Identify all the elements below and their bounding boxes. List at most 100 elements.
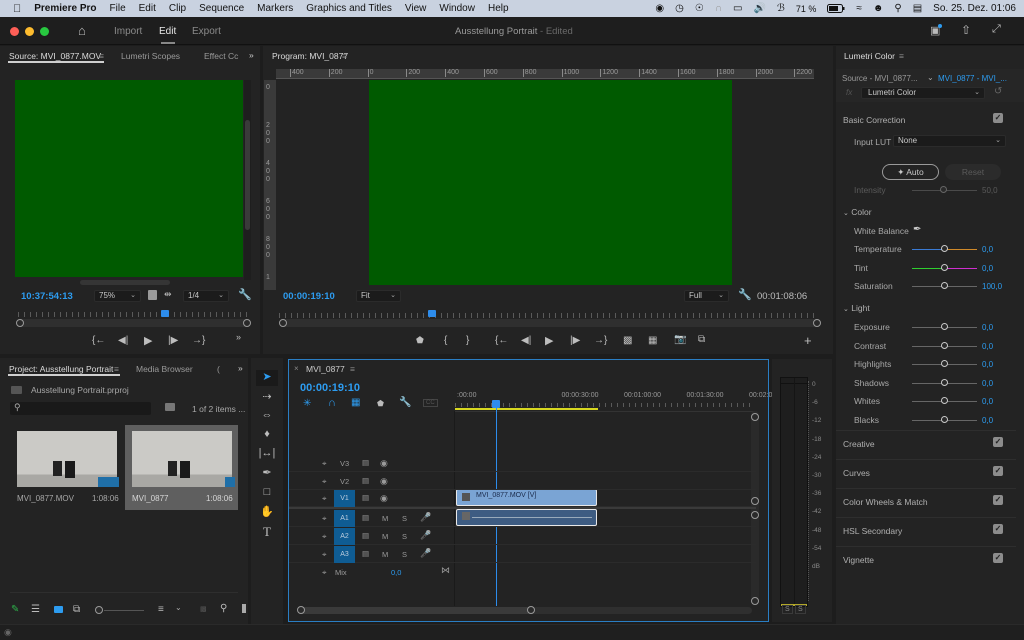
program-playhead[interactable]: [428, 310, 436, 317]
sync-lock-icon[interactable]: ▤: [362, 493, 369, 502]
reset-effect-icon[interactable]: ↺: [994, 86, 1002, 97]
ripple-edit-tool-icon[interactable]: ⇔: [256, 409, 278, 425]
sync-lock-icon[interactable]: ▤: [362, 458, 369, 467]
tab-effect-controls[interactable]: Effect Cc: [204, 51, 238, 61]
track-target-a2[interactable]: A2: [334, 528, 355, 545]
battery-icon[interactable]: [827, 4, 845, 13]
lumetri-section-vignette[interactable]: Vignette: [843, 555, 874, 565]
mark-in-icon[interactable]: {: [444, 335, 447, 346]
program-quality-dropdown[interactable]: Full ⌄: [684, 290, 729, 302]
lumetri-effect-dropdown[interactable]: Lumetri Color ⌄: [861, 87, 985, 99]
tab-overflow[interactable]: (: [217, 364, 220, 374]
pen-tool-icon[interactable]: ✒: [256, 466, 278, 482]
menu-view[interactable]: View: [405, 3, 427, 14]
source-go-to-out-icon[interactable]: →}: [192, 335, 205, 346]
solo-right-button[interactable]: S: [795, 605, 806, 614]
source-more-controls-icon[interactable]: »: [236, 332, 241, 342]
sync-lock-icon[interactable]: ▤: [362, 531, 369, 540]
slider-track-right[interactable]: [944, 419, 977, 421]
reset-button[interactable]: Reset: [945, 164, 1001, 180]
slider-knob[interactable]: [940, 245, 948, 252]
program-step-back-icon[interactable]: ◀|: [521, 335, 531, 346]
color-section-header[interactable]: ⌄ Color: [843, 207, 872, 217]
solo-button[interactable]: S: [402, 532, 407, 541]
track-select-tool-icon[interactable]: ⇢: [256, 390, 278, 406]
upload-status-icon[interactable]: ☉: [695, 3, 704, 14]
sequence-tab[interactable]: MVI_0877: [306, 364, 345, 374]
airplay-icon[interactable]: ∩: [715, 3, 722, 14]
tab-import[interactable]: Import: [114, 26, 142, 37]
tab-project[interactable]: Project: Ausstellung Portrait: [9, 364, 113, 374]
slider-track-right[interactable]: [944, 382, 977, 384]
source-panel-menu-icon[interactable]: ≡: [99, 51, 104, 61]
menu-graphics-titles[interactable]: Graphics and Titles: [306, 3, 392, 14]
spotlight-search-icon[interactable]: ⚲: [894, 3, 901, 14]
project-search-input[interactable]: ⚲: [10, 402, 151, 415]
section-checkbox[interactable]: ✓: [993, 524, 1003, 534]
menu-file[interactable]: File: [110, 3, 126, 14]
source-zoom-scrollbar[interactable]: [17, 319, 249, 327]
slider-value[interactable]: 0,0: [982, 360, 993, 369]
track-lock-icon[interactable]: ⌖: [322, 550, 327, 560]
automate-to-sequence-icon[interactable]: ▩: [200, 605, 207, 613]
track-lock-icon[interactable]: ⌖: [322, 494, 327, 504]
find-icon[interactable]: ⚲: [220, 603, 227, 614]
display-icon[interactable]: ▭: [733, 3, 742, 14]
tab-media-browser[interactable]: Media Browser: [136, 364, 193, 374]
source-playhead[interactable]: [161, 310, 169, 317]
program-scroll-end-handle[interactable]: [813, 319, 821, 327]
freeform-view-icon[interactable]: ⧉: [73, 604, 80, 615]
slider-knob[interactable]: [940, 415, 948, 423]
lumetri-section-color-wheels-match[interactable]: Color Wheels & Match: [843, 497, 928, 507]
auto-button[interactable]: ✦ Auto: [882, 164, 939, 180]
timeline-vscroll-top-handle[interactable]: [751, 413, 759, 421]
bluetooth-icon[interactable]: ℬ: [777, 3, 785, 14]
slider-knob[interactable]: [940, 360, 948, 367]
toggle-output-eye-icon[interactable]: ◉: [380, 493, 388, 504]
mix-lock-icon[interactable]: ⌖: [322, 568, 327, 578]
add-marker-icon[interactable]: ⬟: [416, 335, 424, 346]
share-icon[interactable]: ⇧: [961, 23, 971, 37]
slider-value[interactable]: 0,0: [982, 264, 993, 273]
menu-help[interactable]: Help: [488, 3, 509, 14]
slider-knob[interactable]: [940, 323, 948, 330]
program-time-ruler[interactable]: [279, 313, 819, 318]
lumetri-title[interactable]: Lumetri Color: [844, 51, 895, 61]
hand-tool-icon[interactable]: ✋: [256, 505, 278, 521]
zoom-window-button[interactable]: [40, 27, 49, 36]
menu-markers[interactable]: Markers: [257, 3, 293, 14]
menu-clock[interactable]: So. 25. Dez. 01:06: [933, 3, 1016, 14]
menu-clip[interactable]: Clip: [169, 3, 186, 14]
slider-track-left[interactable]: [912, 382, 945, 384]
eyedropper-icon[interactable]: ✒: [913, 224, 921, 235]
timeline-hscroll-start-handle[interactable]: [297, 606, 305, 614]
track-target-a3[interactable]: A3: [334, 546, 355, 563]
snap-magnet-icon[interactable]: ∩: [328, 397, 336, 409]
source-step-forward-icon[interactable]: |▶: [168, 335, 178, 346]
thumbnail-size-slider-knob[interactable]: [95, 606, 103, 614]
mute-button[interactable]: M: [382, 532, 388, 541]
razor-tool-icon[interactable]: ♦: [256, 428, 278, 444]
basic-correction-header[interactable]: Basic Correction: [843, 115, 905, 125]
lumetri-section-hsl-secondary[interactable]: HSL Secondary: [843, 526, 902, 536]
program-go-to-in-icon[interactable]: {←: [495, 335, 508, 346]
slip-tool-icon[interactable]: |↔|: [256, 447, 278, 463]
slider-value[interactable]: 0,0: [982, 245, 993, 254]
tab-edit[interactable]: Edit: [159, 26, 176, 37]
creative-cloud-icon[interactable]: ◉: [655, 3, 664, 14]
track-lock-icon[interactable]: ⌖: [322, 477, 327, 487]
slider-value[interactable]: 0,0: [982, 416, 993, 425]
comparison-view-icon[interactable]: ⧉: [698, 334, 705, 345]
lumetri-section-curves[interactable]: Curves: [843, 468, 870, 478]
close-window-button[interactable]: [10, 27, 19, 36]
slider-track-right[interactable]: [944, 401, 977, 402]
mix-collapse-icon[interactable]: ⋈: [441, 565, 450, 576]
menu-edit[interactable]: Edit: [139, 3, 156, 14]
sync-lock-icon[interactable]: ▤: [362, 513, 369, 522]
new-bin-icon[interactable]: [242, 604, 246, 613]
video-audio-divider[interactable]: [289, 507, 756, 509]
lumetri-panel-menu-icon[interactable]: ≡: [899, 51, 904, 61]
voice-over-mic-icon[interactable]: 🎤: [420, 530, 431, 541]
type-tool-icon[interactable]: T: [256, 524, 278, 540]
tab-export[interactable]: Export: [192, 26, 221, 37]
